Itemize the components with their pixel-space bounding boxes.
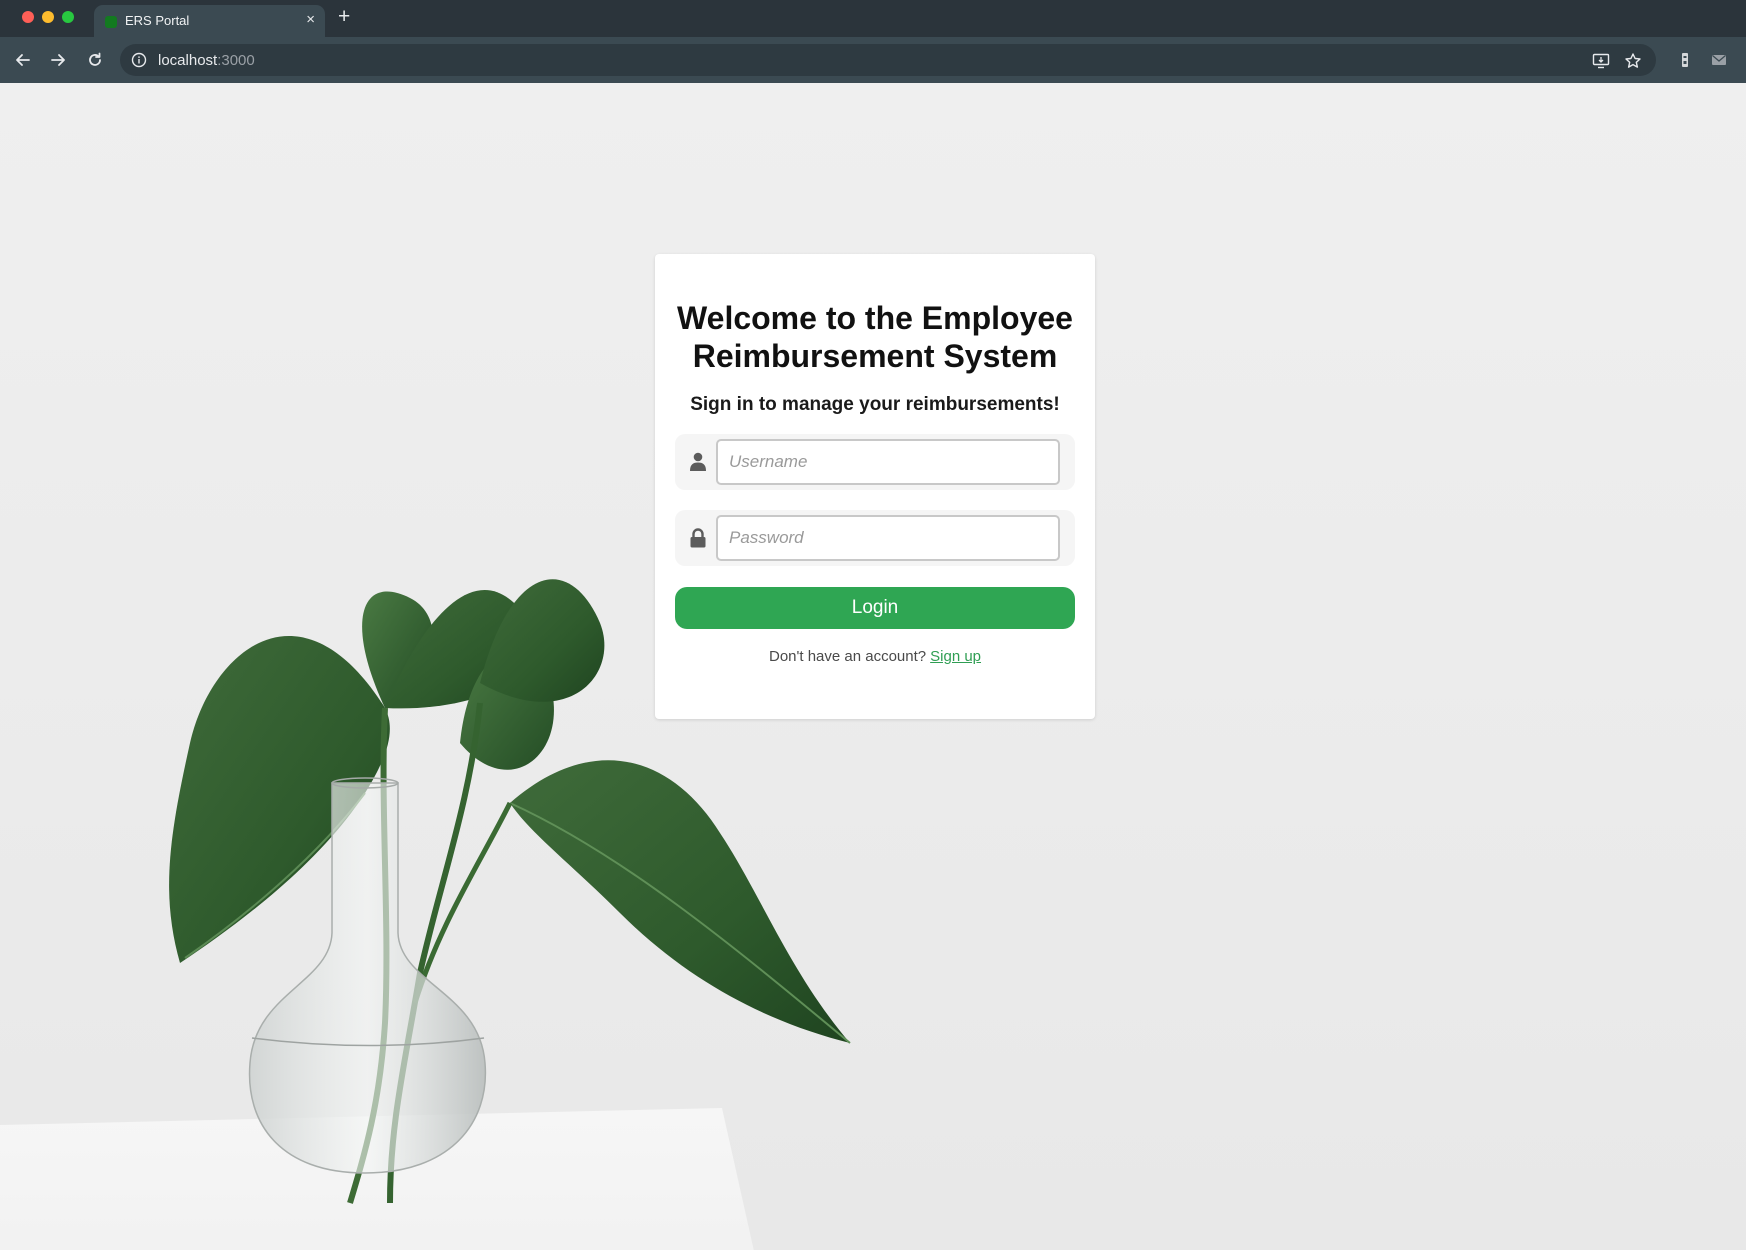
url-text: localhost:3000 — [158, 52, 255, 69]
browser-tab[interactable]: ERS Portal × — [94, 5, 325, 37]
url-host: localhost — [158, 52, 218, 69]
extension-icon[interactable] — [1676, 51, 1694, 69]
signup-link[interactable]: Sign up — [930, 648, 981, 665]
page-subtitle: Sign in to manage your reimbursements! — [690, 394, 1060, 415]
tab-close-icon[interactable]: × — [306, 12, 315, 27]
username-input[interactable] — [716, 439, 1060, 485]
login-card: Welcome to the Employee Reimbursement Sy… — [655, 254, 1095, 719]
url-port: :3000 — [217, 52, 255, 69]
bookmark-star-icon[interactable] — [1624, 52, 1642, 70]
window-close-button[interactable] — [22, 11, 34, 23]
reload-icon[interactable] — [86, 51, 104, 69]
password-field-group — [675, 510, 1075, 566]
back-icon[interactable] — [14, 51, 32, 69]
browser-toolbar: localhost:3000 — [0, 37, 1746, 83]
password-input[interactable] — [716, 515, 1060, 561]
tab-title: ERS Portal — [125, 13, 190, 28]
window-maximize-button[interactable] — [62, 11, 74, 23]
address-bar[interactable]: localhost:3000 — [120, 44, 1656, 76]
signup-row: Don't have an account? Sign up — [655, 648, 1095, 665]
user-icon — [689, 452, 707, 472]
install-app-icon[interactable] — [1592, 52, 1610, 70]
browser-tab-bar: ERS Portal × + — [0, 0, 1746, 37]
page-viewport: Welcome to the Employee Reimbursement Sy… — [0, 83, 1746, 1250]
window-minimize-button[interactable] — [42, 11, 54, 23]
username-field-group — [675, 434, 1075, 490]
forward-icon[interactable] — [49, 51, 67, 69]
new-tab-button[interactable]: + — [338, 6, 350, 27]
favicon-icon — [105, 16, 117, 28]
login-button[interactable]: Login — [675, 587, 1075, 629]
mail-extension-icon[interactable] — [1710, 51, 1728, 69]
site-info-icon[interactable] — [131, 52, 147, 68]
signup-prompt: Don't have an account? — [768, 648, 927, 665]
page-title: Welcome to the Employee Reimbursement Sy… — [677, 300, 1073, 374]
lock-icon — [689, 528, 707, 548]
